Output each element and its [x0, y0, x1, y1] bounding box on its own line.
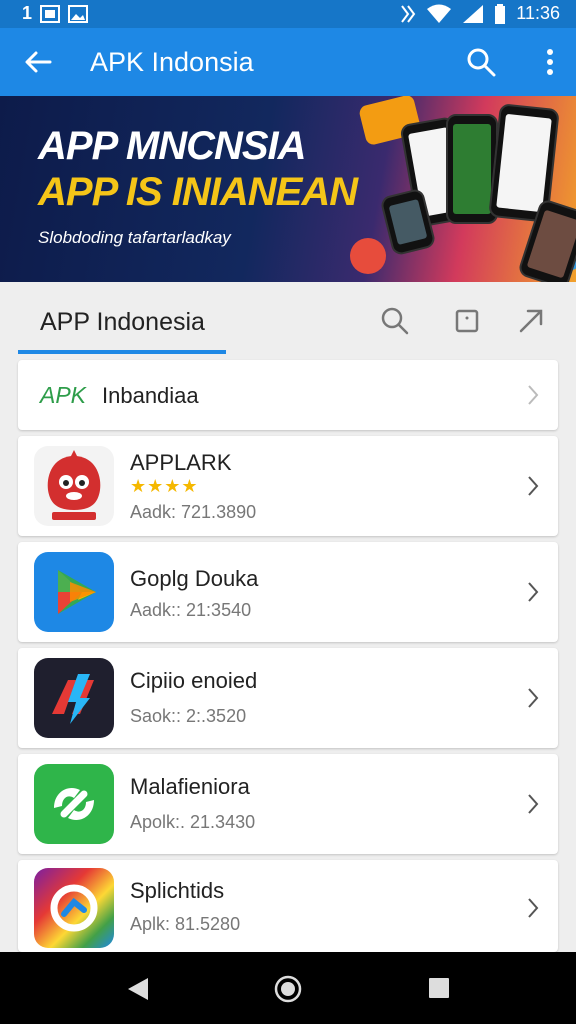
app-name: Goplg Douka — [130, 566, 259, 591]
chevron-right-icon — [528, 794, 539, 814]
app-subtitle: Apolk:. 21.3430 — [130, 812, 256, 832]
rating-stars: ★★★★ — [130, 476, 199, 496]
app-subtitle: Aadk:: 21:3540 — [130, 600, 252, 620]
chevron-right-icon — [528, 898, 539, 918]
promo-banner[interactable]: APP MNCNSIA APP IS INIANEAN Slobdoding t… — [0, 96, 576, 282]
colorful-swirl-icon — [34, 868, 114, 948]
banner-headline-1: APP MNCNSIA — [38, 124, 307, 168]
app-subtitle: Aadk: 721.3890 — [130, 502, 257, 522]
status-left: 1 — [22, 3, 89, 24]
image-notification-icon — [40, 4, 61, 23]
top-item-brand: APK — [40, 382, 87, 408]
search-icon[interactable] — [466, 47, 496, 77]
app-name: Cipiio enoied — [130, 668, 258, 693]
nfc-icon — [401, 4, 416, 23]
red-mascot-icon — [34, 446, 114, 526]
status-time: 11:36 — [516, 3, 560, 23]
section-header: APP Indonesia — [18, 294, 558, 356]
back-arrow-icon[interactable] — [22, 46, 54, 78]
signal-icon — [463, 4, 484, 23]
banner-headline-2: APP IS INIANEAN — [38, 170, 358, 214]
square-icon[interactable] — [452, 306, 482, 336]
battery-icon — [495, 3, 506, 24]
app-list-item[interactable]: APPLARK ★★★★ Aadk: 721.3890 — [18, 436, 558, 536]
wifi-icon — [427, 4, 452, 23]
play-store-icon — [34, 552, 114, 632]
app-bar-title: APK Indonsia — [90, 47, 254, 77]
top-item-label: Inbandiaa — [102, 383, 199, 408]
app-subtitle: Saok:: 2:.3520 — [130, 706, 247, 726]
nav-recent-icon[interactable] — [428, 977, 450, 999]
app-name: Malafieniora — [130, 774, 250, 799]
banner-subtitle: Slobdoding tafartarladkay — [38, 228, 231, 247]
nav-home-icon[interactable] — [274, 975, 302, 1003]
status-right: 11:36 — [400, 3, 560, 24]
app-list-item[interactable]: Cipiio enoied Saok:: 2:.3520 — [18, 648, 558, 748]
chevron-right-icon — [528, 688, 539, 708]
app-list-item[interactable]: Goplg Douka Aadk:: 21:3540 — [18, 542, 558, 642]
section-search-icon[interactable] — [380, 306, 410, 336]
system-nav-bar — [0, 952, 576, 1024]
share-arrow-icon[interactable] — [516, 306, 546, 336]
tab-indicator — [18, 350, 226, 354]
app-name: APPLARK — [130, 450, 232, 475]
green-swirl-icon — [34, 764, 114, 844]
app-bar: APK Indonsia — [0, 28, 576, 96]
section-title: APP Indonesia — [40, 308, 205, 336]
app-subtitle: Aplk: 81.5280 — [130, 914, 241, 934]
nav-back-icon[interactable] — [126, 976, 150, 1002]
gallery-notification-icon — [68, 4, 89, 23]
top-list-item[interactable]: APK Inbandiaa — [18, 360, 558, 430]
status-bar: 1 11:36 — [0, 0, 576, 28]
chevron-right-icon — [528, 476, 539, 496]
banner-tile-red — [350, 238, 386, 274]
dark-lightning-icon — [34, 658, 114, 738]
chevron-right-icon — [528, 385, 539, 405]
more-vert-icon[interactable] — [546, 48, 554, 76]
app-list-item[interactable]: Malafieniora Apolk:. 21.3430 — [18, 754, 558, 854]
app-name: Splichtids — [130, 878, 225, 903]
app-list-item[interactable]: Splichtids Aplk: 81.5280 — [18, 860, 558, 952]
chevron-right-icon — [528, 582, 539, 602]
notification-count: 1 — [22, 3, 33, 23]
